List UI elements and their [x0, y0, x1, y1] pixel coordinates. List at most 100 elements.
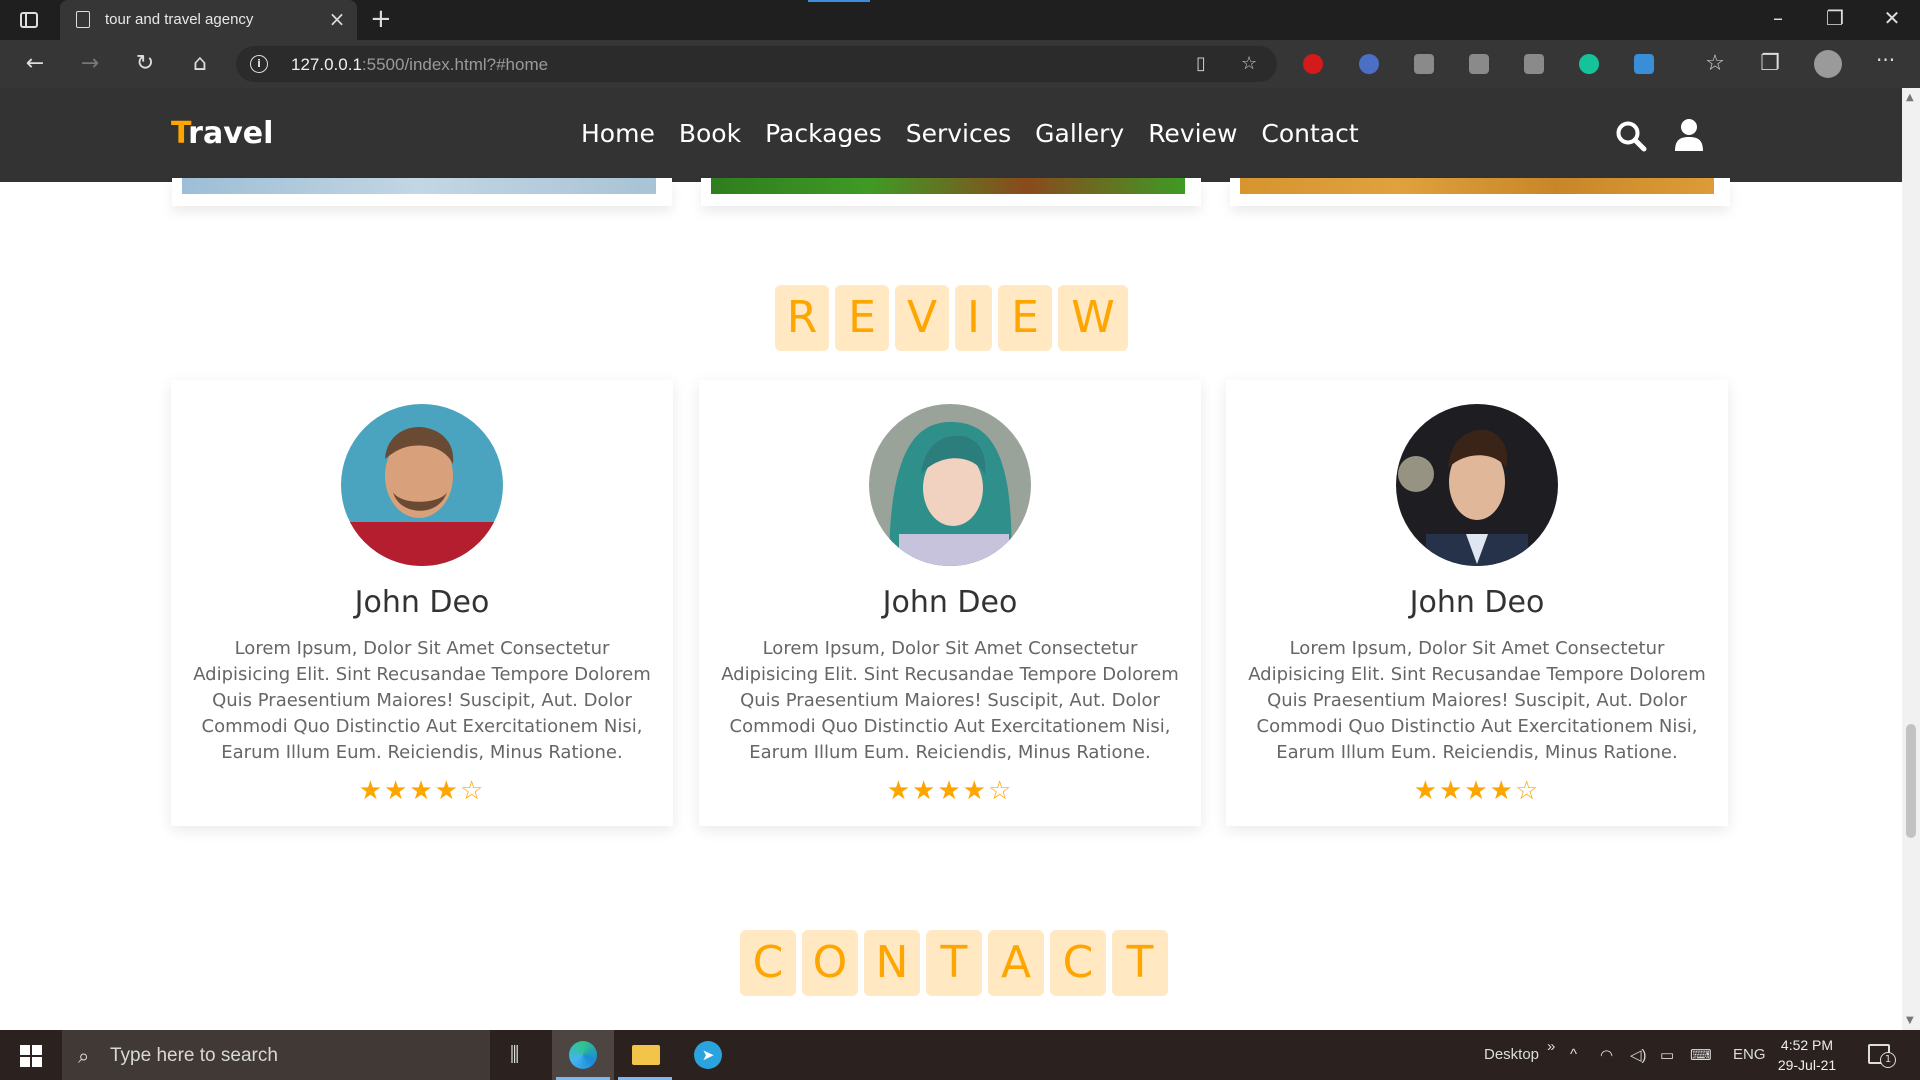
- star-filled-icon: ★: [434, 776, 460, 806]
- reader-mode-icon[interactable]: ▯: [1196, 53, 1206, 74]
- extension-adblock-icon[interactable]: [1303, 54, 1323, 74]
- extension-icon[interactable]: [1414, 54, 1434, 74]
- language-indicator[interactable]: ENG: [1733, 1046, 1766, 1063]
- add-favorite-icon[interactable]: ☆: [1241, 53, 1257, 74]
- site-info-icon[interactable]: i: [250, 55, 268, 73]
- volume-icon[interactable]: ◁): [1630, 1046, 1647, 1064]
- taskbar-search[interactable]: ⌕ Type here to search: [62, 1030, 490, 1080]
- review-card: John Deo Lorem Ipsum, Dolor Sit Amet Con…: [699, 380, 1201, 826]
- forward-icon[interactable]: →: [75, 49, 105, 79]
- battery-icon[interactable]: ▭: [1660, 1046, 1674, 1064]
- close-window-button[interactable]: ✕: [1872, 6, 1912, 30]
- nav-link-home[interactable]: Home: [581, 119, 655, 148]
- wifi-icon[interactable]: ◠: [1600, 1046, 1613, 1064]
- extension-icon[interactable]: [1359, 54, 1379, 74]
- star-empty-icon: ☆: [987, 776, 1014, 806]
- star-empty-icon: ☆: [459, 776, 486, 806]
- heading-letter: T: [926, 930, 982, 996]
- reviewer-name: John Deo: [882, 585, 1018, 620]
- grammarly-icon[interactable]: [1579, 54, 1599, 74]
- heading-letter: V: [895, 285, 949, 351]
- review-card: John Deo Lorem Ipsum, Dolor Sit Amet Con…: [1226, 380, 1728, 826]
- rating-stars: ★★★★☆: [1226, 776, 1728, 806]
- search-icon: ⌕: [78, 1044, 90, 1068]
- desktop-toolbar-label[interactable]: Desktop: [1484, 1046, 1539, 1063]
- windows-start-icon[interactable]: [20, 1045, 42, 1067]
- restore-button[interactable]: ❐: [1815, 6, 1855, 30]
- package-image: [182, 178, 656, 194]
- system-clock[interactable]: 4:52 PM 29-Jul-21: [1772, 1035, 1842, 1075]
- nav-link-gallery[interactable]: Gallery: [1035, 119, 1124, 148]
- scroll-down-icon[interactable]: ▼: [1906, 1015, 1914, 1026]
- collections-icon[interactable]: ❐: [1755, 49, 1785, 79]
- tab-close-button[interactable]: ×: [325, 7, 349, 31]
- nav-link-book[interactable]: Book: [679, 119, 741, 148]
- star-filled-icon: ★: [886, 776, 913, 806]
- reviewer-avatar: [869, 404, 1031, 566]
- more-options-icon[interactable]: ···: [1876, 48, 1895, 72]
- review-text: Lorem Ipsum, Dolor Sit Amet Consectetur …: [1248, 638, 1706, 763]
- scrollbar-thumb[interactable]: [1906, 724, 1916, 838]
- search-icon[interactable]: [1615, 120, 1647, 152]
- star-filled-icon: ★: [384, 776, 410, 806]
- package-card: [1230, 178, 1730, 206]
- star-filled-icon: ★: [1439, 776, 1465, 806]
- show-hidden-icons-icon[interactable]: ^: [1570, 1046, 1577, 1063]
- review-heading: R E V I E W: [775, 285, 1128, 351]
- tab-actions-icon[interactable]: [20, 12, 38, 28]
- rating-stars: ★★★★☆: [171, 776, 673, 806]
- browser-toolbar: ← → ↻ ⌂ i 127.0.0.1:5500/index.html?#hom…: [0, 40, 1920, 88]
- star-empty-icon: ☆: [1514, 776, 1541, 806]
- home-icon[interactable]: ⌂: [185, 49, 215, 79]
- reviewer-name: John Deo: [1409, 585, 1545, 620]
- favorites-icon[interactable]: ☆: [1700, 49, 1730, 79]
- site-logo[interactable]: Travel: [171, 116, 273, 151]
- browser-tab[interactable]: tour and travel agency ×: [60, 0, 357, 40]
- browser-tab-bar: tour and travel agency × + – ❐ ✕: [0, 0, 1920, 40]
- tab-drag-indicator: [808, 0, 870, 2]
- back-icon[interactable]: ←: [20, 49, 50, 79]
- notification-center-icon[interactable]: 1: [1868, 1044, 1896, 1068]
- keyboard-icon[interactable]: ⌨: [1690, 1046, 1712, 1064]
- reviewer-avatar: [1396, 404, 1558, 566]
- scroll-up-icon[interactable]: ▲: [1906, 92, 1914, 103]
- toolbar-expand-icon[interactable]: »: [1547, 1038, 1555, 1055]
- task-view-icon[interactable]: ⫼: [490, 1030, 552, 1080]
- heading-letter: C: [1050, 930, 1106, 996]
- heading-letter: E: [835, 285, 889, 351]
- star-filled-icon: ★: [962, 776, 988, 806]
- new-tab-button[interactable]: +: [370, 4, 392, 34]
- user-icon[interactable]: [1674, 118, 1704, 152]
- extension-icon[interactable]: [1469, 54, 1489, 74]
- nav-link-review[interactable]: Review: [1148, 119, 1237, 148]
- page-scrollbar[interactable]: ▲ ▼: [1902, 88, 1920, 1030]
- star-filled-icon: ★: [409, 776, 435, 806]
- site-header: Travel Home Book Packages Services Galle…: [0, 88, 1902, 182]
- refresh-icon[interactable]: ↻: [130, 49, 160, 79]
- clock-date: 29-Jul-21: [1777, 1057, 1837, 1073]
- package-image: [711, 178, 1185, 194]
- file-explorer-icon[interactable]: [614, 1030, 676, 1080]
- address-bar[interactable]: i 127.0.0.1:5500/index.html?#home ▯ ☆: [236, 46, 1277, 82]
- heading-letter: R: [775, 285, 829, 351]
- extension-icon[interactable]: [1524, 54, 1544, 74]
- main-nav: Home Book Packages Services Gallery Revi…: [581, 119, 1359, 148]
- nav-link-packages[interactable]: Packages: [765, 119, 882, 148]
- clock-time: 4:52 PM: [1780, 1037, 1834, 1053]
- nav-link-contact[interactable]: Contact: [1261, 119, 1358, 148]
- extension-icon[interactable]: [1634, 54, 1654, 74]
- edge-browser-icon[interactable]: [552, 1030, 614, 1080]
- star-filled-icon: ★: [358, 776, 385, 806]
- profile-avatar[interactable]: [1814, 50, 1842, 78]
- minimize-button[interactable]: –: [1758, 6, 1798, 30]
- contact-heading: C O N T A C T: [740, 930, 1168, 996]
- review-text: Lorem Ipsum, Dolor Sit Amet Consectetur …: [721, 638, 1179, 763]
- star-filled-icon: ★: [1464, 776, 1490, 806]
- telegram-icon[interactable]: ➤: [676, 1030, 738, 1080]
- windows-taskbar: ⌕ Type here to search ⫼ ➤ Desktop » ^ ◠ …: [0, 1030, 1920, 1080]
- star-filled-icon: ★: [1413, 776, 1440, 806]
- heading-letter: I: [955, 285, 992, 351]
- nav-link-services[interactable]: Services: [906, 119, 1011, 148]
- star-filled-icon: ★: [912, 776, 938, 806]
- review-text: Lorem Ipsum, Dolor Sit Amet Consectetur …: [193, 638, 651, 763]
